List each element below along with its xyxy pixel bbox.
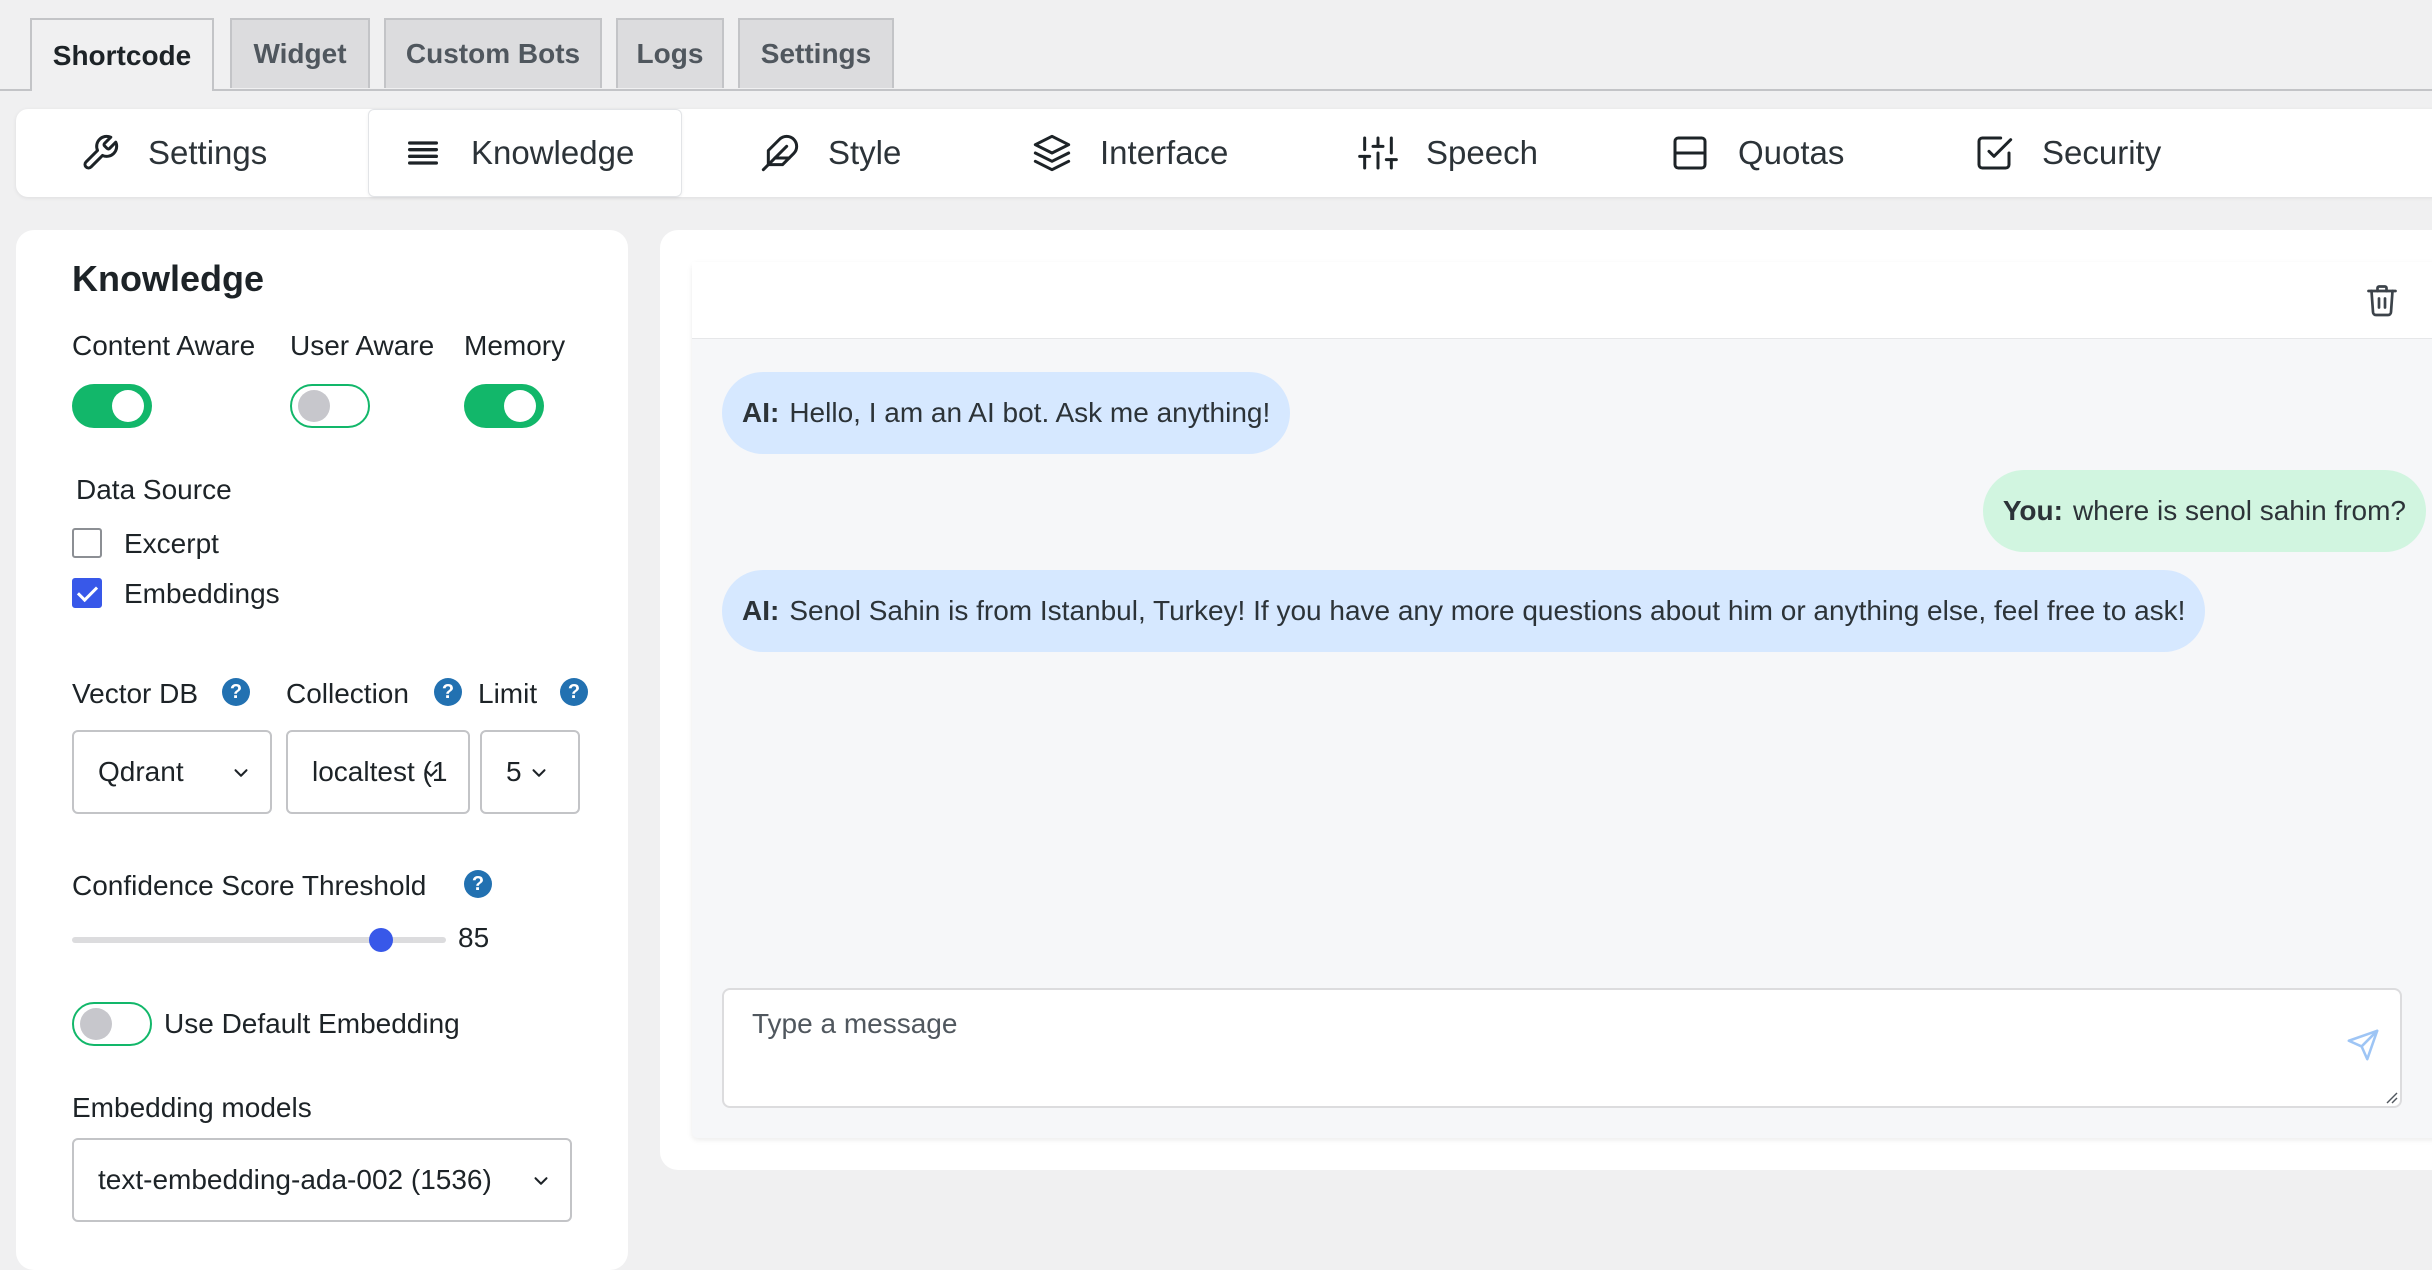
check-square-icon (1977, 136, 2013, 170)
chat-message-user: You: where is senol sahin from? (1982, 470, 2426, 552)
confidence-slider-thumb[interactable] (369, 928, 393, 952)
wrench-icon (83, 134, 119, 170)
embedding-models-label: Embedding models (72, 1092, 312, 1123)
confidence-help-icon[interactable]: ? (464, 870, 492, 898)
message-text: Senol Sahin is from Istanbul, Turkey! If… (789, 595, 2186, 626)
use-default-embedding-label: Use Default Embedding (164, 1008, 460, 1039)
panel-title: Knowledge (72, 258, 265, 299)
select-value: text-embedding-ada-002 (1536) (98, 1164, 492, 1195)
limit-help-icon[interactable]: ? (560, 678, 588, 706)
subnav-label: Style (828, 134, 902, 171)
chat-preview-panel: AI: Hello, I am an AI bot. Ask me anythi… (660, 230, 2432, 1170)
select-value: 5 (506, 756, 522, 787)
layers-icon (1033, 134, 1071, 172)
vector-db-help-icon[interactable]: ? (222, 678, 250, 706)
excerpt-checkbox[interactable] (72, 528, 102, 558)
vector-db-select[interactable]: Qdrant (72, 730, 272, 814)
excerpt-label: Excerpt (124, 528, 219, 559)
tab-widget[interactable]: Widget (230, 18, 370, 88)
top-tab-bar: Shortcode Widget Custom Bots Logs Settin… (0, 0, 2432, 91)
panel-icon (1673, 136, 1707, 170)
chevron-down-icon (424, 769, 438, 777)
collection-select[interactable]: localtest (1 (286, 730, 470, 814)
embeddings-label: Embeddings (124, 578, 280, 609)
content-aware-label: Content Aware (72, 330, 256, 361)
vector-db-label: Vector DB (72, 678, 199, 709)
list-icon (408, 141, 438, 165)
sliders-icon (1358, 136, 1398, 170)
data-source-label: Data Source (76, 474, 232, 505)
feather-icon (761, 134, 799, 172)
message-author: AI: (742, 397, 780, 428)
confidence-label: Confidence Score Threshold (72, 870, 427, 901)
confidence-value: 85 (458, 922, 490, 953)
toggle-knob (80, 1008, 112, 1040)
tab-custom-bots[interactable]: Custom Bots (384, 18, 602, 88)
collection-help-icon[interactable]: ? (434, 678, 462, 706)
input-placeholder: Type a message (752, 1008, 958, 1039)
message-author: AI: (742, 595, 780, 626)
tab-shortcode[interactable]: Shortcode (30, 18, 214, 91)
chevron-down-icon (532, 769, 546, 777)
settings-subnav: Settings Knowledge Style Interface Speec… (16, 109, 2432, 197)
subnav-label: Speech (1426, 134, 1538, 171)
chatbot-window: AI: Hello, I am an AI bot. Ask me anythi… (692, 262, 2432, 1138)
limit-label: Limit (478, 678, 538, 709)
embeddings-checkbox[interactable] (72, 578, 102, 608)
chat-message-ai: AI: Hello, I am an AI bot. Ask me anythi… (722, 372, 1291, 454)
limit-select[interactable]: 5 (480, 730, 580, 814)
trash-icon[interactable] (2364, 282, 2400, 318)
toggle-knob (112, 390, 144, 422)
memory-label: Memory (464, 330, 566, 361)
collection-label: Collection (286, 678, 409, 709)
chat-header (692, 262, 2432, 339)
subnav-knowledge[interactable]: Knowledge (368, 109, 682, 197)
subnav-interface[interactable]: Interface (1032, 109, 1228, 197)
content-aware-toggle[interactable] (72, 384, 152, 428)
resize-handle-icon[interactable] (2382, 1088, 2398, 1104)
chat-message-ai: AI: Senol Sahin is from Istanbul, Turkey… (722, 570, 2206, 652)
subnav-security[interactable]: Security (1974, 109, 2161, 197)
embedding-models-select[interactable]: text-embedding-ada-002 (1536) (72, 1138, 572, 1222)
message-author: You: (2002, 495, 2063, 526)
subnav-label: Security (2042, 134, 2162, 171)
toggle-knob (298, 390, 330, 422)
subnav-style[interactable]: Style (760, 109, 901, 197)
subnav-label: Knowledge (471, 134, 635, 171)
subnav-speech[interactable]: Speech (1358, 109, 1538, 197)
send-icon[interactable] (2346, 1028, 2380, 1062)
user-aware-label: User Aware (290, 330, 435, 361)
message-text: Hello, I am an AI bot. Ask me anything! (789, 397, 1271, 428)
subnav-settings[interactable]: Settings (80, 109, 267, 197)
tab-logs[interactable]: Logs (616, 18, 724, 88)
select-value: Qdrant (98, 756, 184, 787)
chevron-down-icon (534, 1177, 548, 1185)
chat-message-input[interactable]: Type a message (722, 988, 2402, 1108)
user-aware-toggle[interactable] (290, 384, 370, 428)
use-default-embedding-toggle[interactable] (72, 1002, 152, 1046)
message-text: where is senol sahin from? (2072, 495, 2406, 526)
chevron-down-icon (234, 769, 248, 777)
toggle-knob (504, 390, 536, 422)
memory-toggle[interactable] (464, 384, 544, 428)
subnav-quotas[interactable]: Quotas (1670, 109, 1844, 197)
tab-settings[interactable]: Settings (738, 18, 894, 88)
knowledge-panel: Knowledge Content Aware User Aware Memor… (16, 230, 628, 1270)
subnav-label: Quotas (1738, 134, 1845, 171)
subnav-label: Settings (148, 134, 268, 171)
subnav-label: Interface (1100, 134, 1229, 171)
